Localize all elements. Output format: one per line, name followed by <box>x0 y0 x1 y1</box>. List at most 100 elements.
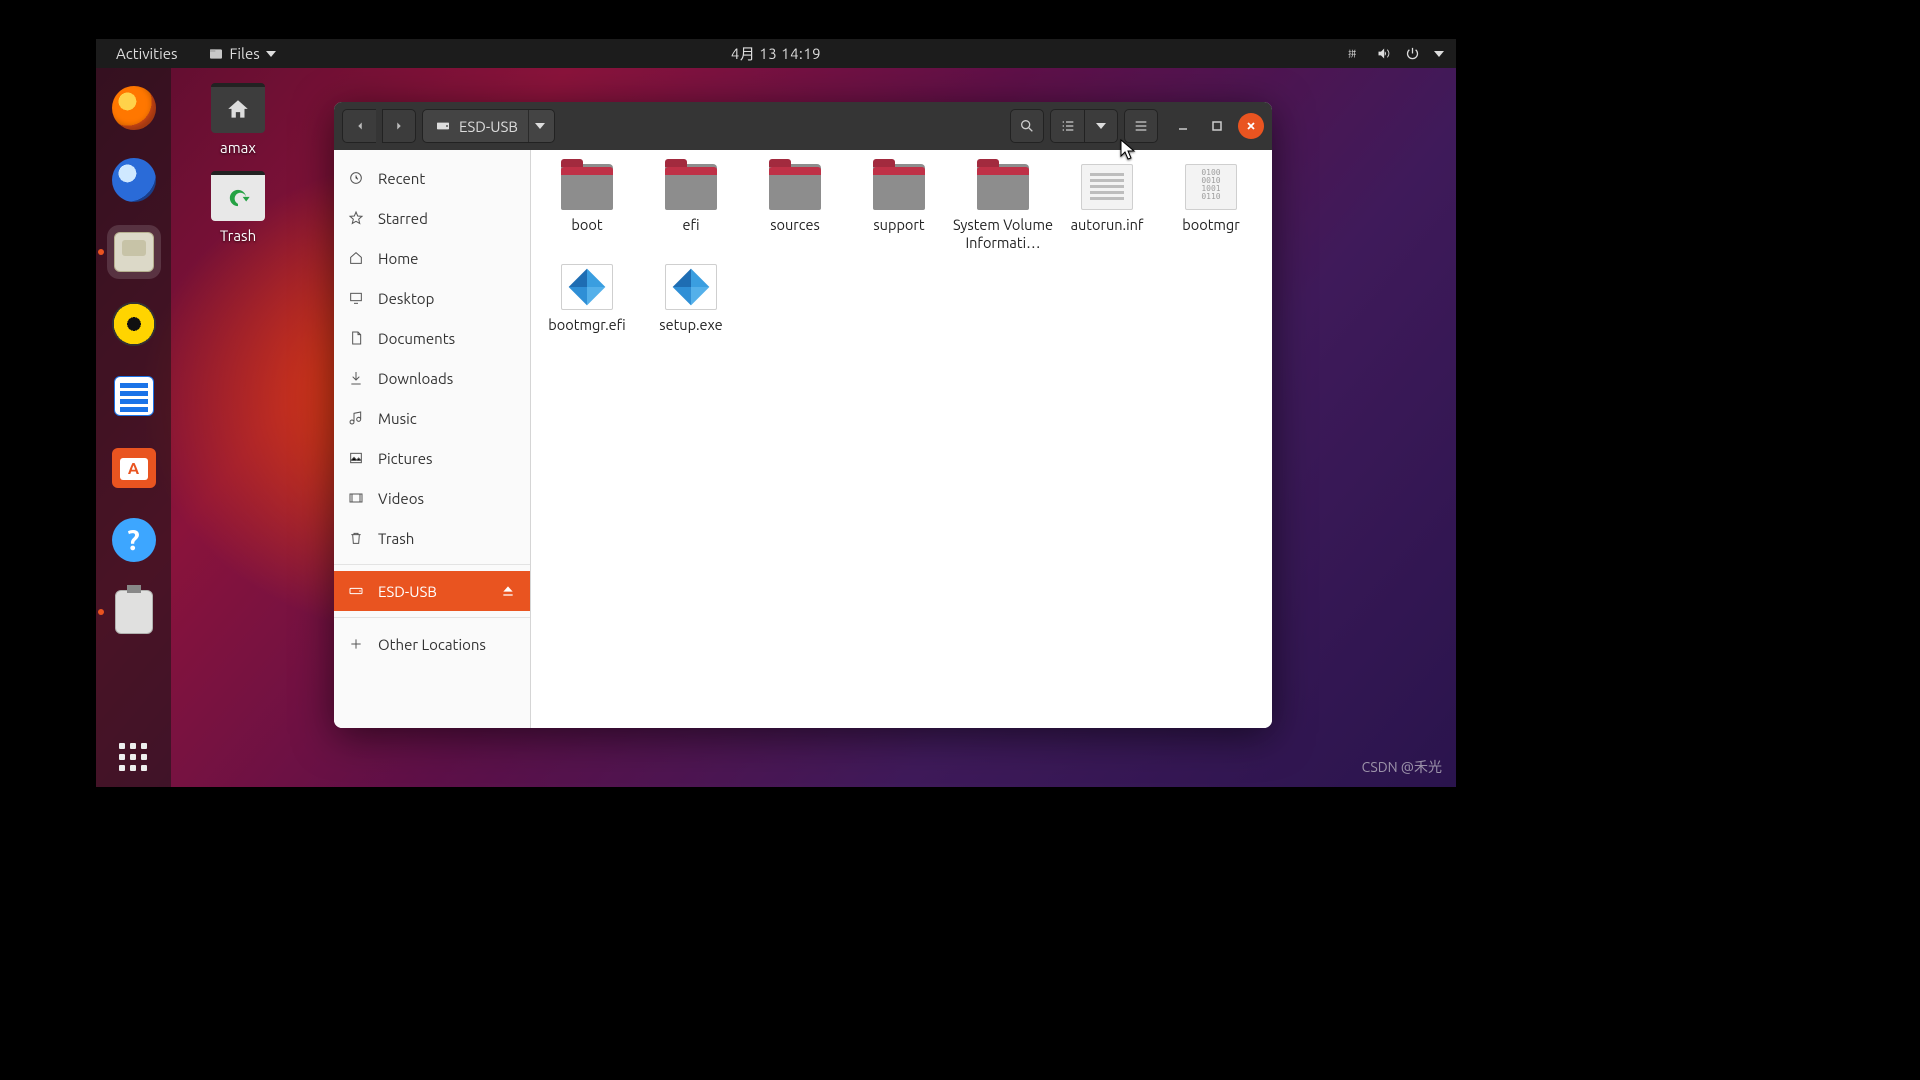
dock-rhythmbox[interactable] <box>107 297 161 351</box>
folder-icon <box>769 164 821 210</box>
item-label: bootmgr.efi <box>548 316 625 334</box>
path-segment-esd-usb[interactable]: ESD-USB <box>425 110 528 142</box>
hamburger-icon <box>1133 118 1149 134</box>
item-label: support <box>873 216 924 234</box>
music-icon <box>112 302 156 346</box>
search-icon <box>1019 118 1035 134</box>
content-area[interactable]: boot efi sources support <box>531 150 1272 728</box>
nav-back-button[interactable] <box>342 109 376 143</box>
sidebar-item-label: ESD-USB <box>378 583 516 600</box>
sidebar-item-label: Home <box>378 250 516 267</box>
folder-icon <box>873 164 925 210</box>
sidebar-item-music[interactable]: Music <box>334 398 530 438</box>
chevron-down-icon <box>266 51 276 57</box>
chevron-down-icon <box>1434 51 1444 57</box>
view-list-button[interactable] <box>1050 109 1084 143</box>
window-minimize-button[interactable] <box>1170 113 1196 139</box>
sidebar-item-label: Recent <box>378 170 516 187</box>
file-bootmgr-efi[interactable]: bootmgr.efi <box>535 258 639 340</box>
dock-files[interactable] <box>107 225 161 279</box>
maximize-icon <box>1211 120 1223 132</box>
svg-text:拼: 拼 <box>1348 49 1356 59</box>
system-tray[interactable]: 拼 <box>1347 46 1444 61</box>
sidebar-item-videos[interactable]: Videos <box>334 478 530 518</box>
dock-writer[interactable] <box>107 369 161 423</box>
sidebar-item-pictures[interactable]: Pictures <box>334 438 530 478</box>
top-panel: Activities Files 4月 13 14:19 拼 <box>96 39 1456 68</box>
volume-icon <box>1376 46 1391 61</box>
sidebar-item-esd-usb[interactable]: ESD-USB <box>334 571 530 611</box>
close-icon <box>1245 120 1257 132</box>
sidebar: Recent Starred Home Desktop Documents <box>334 150 531 728</box>
input-method-icon: 拼 <box>1347 46 1362 61</box>
eject-icon[interactable] <box>500 583 516 599</box>
minimize-icon <box>1177 120 1189 132</box>
hamburger-menu-button[interactable] <box>1124 109 1158 143</box>
desktop-trash[interactable]: Trash <box>188 171 288 244</box>
sidebar-separator <box>334 617 530 618</box>
desktop-home-folder[interactable]: amax <box>188 83 288 156</box>
folder-support[interactable]: support <box>847 158 951 258</box>
file-manager-window: ESD-USB <box>334 102 1272 728</box>
dock-help[interactable]: ? <box>107 513 161 567</box>
sidebar-item-trash[interactable]: Trash <box>334 518 530 558</box>
plus-icon <box>348 636 364 652</box>
app-menu-files[interactable]: Files <box>200 41 284 66</box>
path-bar[interactable]: ESD-USB <box>422 109 555 143</box>
folder-sources[interactable]: sources <box>743 158 847 258</box>
desktop-home-label: amax <box>220 139 256 156</box>
folder-icon <box>977 164 1029 210</box>
downloads-icon <box>348 370 364 386</box>
search-button[interactable] <box>1010 109 1044 143</box>
music-icon <box>348 410 364 426</box>
sidebar-item-downloads[interactable]: Downloads <box>334 358 530 398</box>
sidebar-item-recent[interactable]: Recent <box>334 158 530 198</box>
firefox-icon <box>112 86 156 130</box>
home-icon <box>348 250 364 266</box>
clock[interactable]: 4月 13 14:19 <box>731 43 821 64</box>
icon-grid: boot efi sources support <box>535 158 1268 340</box>
sidebar-item-label: Desktop <box>378 290 516 307</box>
activities-button[interactable]: Activities <box>108 41 186 66</box>
clock-icon <box>348 170 364 186</box>
binary-file-icon: 0100 0010 1001 0110 <box>1185 164 1237 210</box>
sidebar-item-other-locations[interactable]: Other Locations <box>334 624 530 664</box>
folder-icon <box>561 164 613 210</box>
window-close-button[interactable] <box>1238 113 1264 139</box>
drive-icon <box>348 583 364 599</box>
sidebar-item-label: Videos <box>378 490 516 507</box>
folder-boot[interactable]: boot <box>535 158 639 258</box>
show-applications-button[interactable] <box>119 743 149 773</box>
sidebar-item-label: Pictures <box>378 450 516 467</box>
file-setup-exe[interactable]: setup.exe <box>639 258 743 340</box>
folder-system-volume-information[interactable]: System Volume Informati… <box>951 158 1055 258</box>
item-label: System Volume Informati… <box>953 216 1053 252</box>
sidebar-separator <box>334 564 530 565</box>
item-label: sources <box>770 216 820 234</box>
sidebar-item-documents[interactable]: Documents <box>334 318 530 358</box>
exe-file-icon <box>561 264 613 310</box>
pictures-icon <box>348 450 364 466</box>
nav-forward-button[interactable] <box>382 109 416 143</box>
dock-usb-drive[interactable] <box>107 585 161 639</box>
folder-efi[interactable]: efi <box>639 158 743 258</box>
window-maximize-button[interactable] <box>1204 113 1230 139</box>
thunderbird-icon <box>112 158 156 202</box>
sidebar-item-label: Documents <box>378 330 516 347</box>
path-dropdown-button[interactable] <box>528 110 552 142</box>
sidebar-item-label: Trash <box>378 530 516 547</box>
item-label: autorun.inf <box>1071 216 1144 234</box>
item-label: boot <box>571 216 602 234</box>
dock-thunderbird[interactable] <box>107 153 161 207</box>
sidebar-item-home[interactable]: Home <box>334 238 530 278</box>
item-label: bootmgr <box>1182 216 1240 234</box>
sidebar-item-desktop[interactable]: Desktop <box>334 278 530 318</box>
files-icon <box>114 232 154 272</box>
file-bootmgr[interactable]: 0100 0010 1001 0110 bootmgr <box>1159 158 1263 258</box>
dock-software[interactable] <box>107 441 161 495</box>
file-autorun-inf[interactable]: autorun.inf <box>1055 158 1159 258</box>
item-label: setup.exe <box>659 316 722 334</box>
sidebar-item-starred[interactable]: Starred <box>334 198 530 238</box>
view-options-button[interactable] <box>1084 109 1118 143</box>
dock-firefox[interactable] <box>107 81 161 135</box>
